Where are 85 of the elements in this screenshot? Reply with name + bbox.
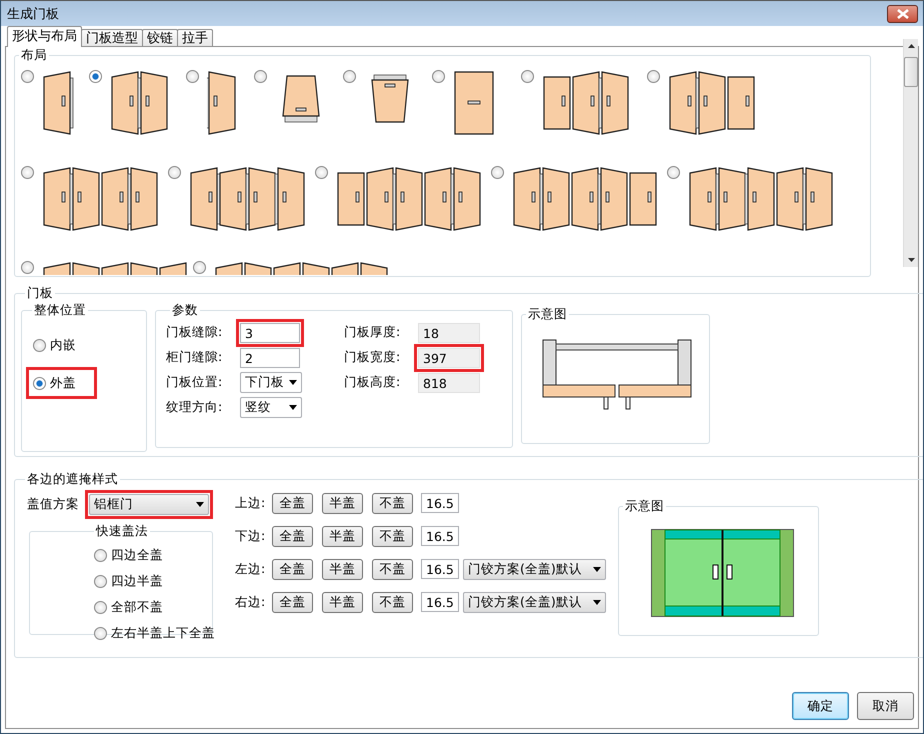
caret-icon: [593, 600, 601, 604]
cover-button[interactable]: 全盖: [272, 558, 313, 580]
field-label: 门板高度:: [344, 374, 402, 391]
cover-button[interactable]: 半盖: [322, 526, 363, 546]
scrollbar[interactable]: [903, 39, 918, 267]
radio-button[interactable]: [193, 261, 206, 274]
field-label: 门板缝隙:: [166, 324, 224, 341]
radio-button[interactable]: [647, 70, 660, 83]
caret-icon: [289, 380, 297, 385]
close-button[interactable]: [887, 4, 918, 22]
field-label: 上边:: [235, 494, 263, 512]
dialog-button[interactable]: 取消: [857, 692, 914, 720]
caret-icon: [196, 502, 204, 507]
radio-button[interactable]: [186, 70, 199, 83]
group-title: 各边的遮掩样式: [26, 471, 119, 488]
tab[interactable]: 形状与布局: [7, 26, 82, 47]
field-label: 纹理方向:: [166, 399, 224, 416]
cover-button[interactable]: 半盖: [322, 492, 363, 514]
cover-button[interactable]: 不盖: [372, 526, 413, 546]
group-title: 布局: [20, 47, 48, 64]
radio-button[interactable]: [667, 166, 680, 179]
dropdown[interactable]: 门铰方案(全盖)默认: [463, 592, 606, 612]
dialog-button[interactable]: 确定: [792, 692, 849, 720]
scroll-up-icon[interactable]: [906, 43, 916, 49]
readonly-field: 397: [418, 348, 480, 368]
field-label: 下边:: [235, 528, 263, 544]
group-title: 示意图: [624, 498, 665, 515]
field-label: 左边:: [235, 560, 263, 578]
caret-icon: [289, 405, 297, 410]
caret-icon: [593, 566, 601, 572]
field-label: 右边:: [235, 594, 263, 610]
input-field[interactable]: 16.5: [421, 493, 459, 513]
readonly-field: 818: [418, 372, 480, 392]
radio-button[interactable]: [21, 70, 34, 83]
radio-button[interactable]: [21, 166, 34, 179]
radio-option[interactable]: 外盖: [29, 372, 80, 394]
group-title: 门板: [26, 285, 54, 302]
readonly-field: 18: [418, 322, 480, 342]
input-field[interactable]: 16.5: [421, 526, 459, 546]
field-label: 柜门缝隙:: [166, 349, 224, 366]
dropdown[interactable]: 门铰方案(全盖)默认: [463, 558, 606, 580]
cover-button[interactable]: 半盖: [322, 558, 363, 580]
radio-button[interactable]: [168, 166, 181, 179]
input-field[interactable]: 16.5: [421, 559, 459, 579]
tab[interactable]: 铰链: [142, 29, 178, 47]
radio-button[interactable]: [315, 166, 328, 179]
dropdown[interactable]: 下门板: [240, 372, 302, 393]
window-title: 生成门板: [7, 6, 59, 22]
field-label: 盖值方案: [27, 496, 79, 513]
input-field[interactable]: 3: [240, 322, 300, 342]
radio-button[interactable]: [343, 70, 356, 83]
radio-button[interactable]: [89, 70, 102, 83]
tab[interactable]: 拉手: [177, 29, 213, 47]
field-label: 门板厚度:: [344, 324, 402, 341]
scroll-thumb[interactable]: [904, 57, 918, 87]
radio-option[interactable]: 全部不盖: [90, 596, 167, 618]
group-title: 快速盖法: [94, 523, 149, 540]
radio-button[interactable]: [432, 70, 445, 83]
close-icon: [896, 8, 910, 18]
group-title: 示意图: [527, 306, 568, 323]
radio-option[interactable]: 四边半盖: [90, 570, 167, 592]
cover-button[interactable]: 不盖: [372, 592, 413, 612]
radio-button[interactable]: [491, 166, 504, 179]
input-field[interactable]: 2: [240, 348, 300, 368]
scroll-down-icon[interactable]: [906, 257, 916, 263]
field-label: 门板位置:: [166, 374, 224, 391]
cover-button[interactable]: 全盖: [272, 492, 313, 514]
cover-button[interactable]: 不盖: [372, 558, 413, 580]
dropdown[interactable]: 竖纹: [240, 397, 302, 418]
cover-button[interactable]: 半盖: [322, 592, 363, 612]
cover-button[interactable]: 不盖: [372, 492, 413, 514]
radio-option[interactable]: 四边全盖: [90, 544, 167, 566]
radio-button[interactable]: [521, 70, 534, 83]
field-label: 门板宽度:: [344, 349, 402, 366]
cover-button[interactable]: 全盖: [272, 526, 313, 546]
radio-option[interactable]: 左右半盖上下全盖: [90, 622, 219, 644]
dropdown[interactable]: 铝框门: [89, 494, 209, 515]
radio-button[interactable]: [21, 261, 34, 274]
radio-option[interactable]: 内嵌: [29, 334, 80, 356]
group-title: 参数: [171, 302, 199, 319]
group-title: 整体位置: [33, 302, 87, 319]
input-field[interactable]: 16.5: [421, 592, 459, 612]
cover-button[interactable]: 全盖: [272, 592, 313, 612]
radio-button[interactable]: [254, 70, 267, 83]
tab[interactable]: 门板造型: [81, 29, 143, 47]
